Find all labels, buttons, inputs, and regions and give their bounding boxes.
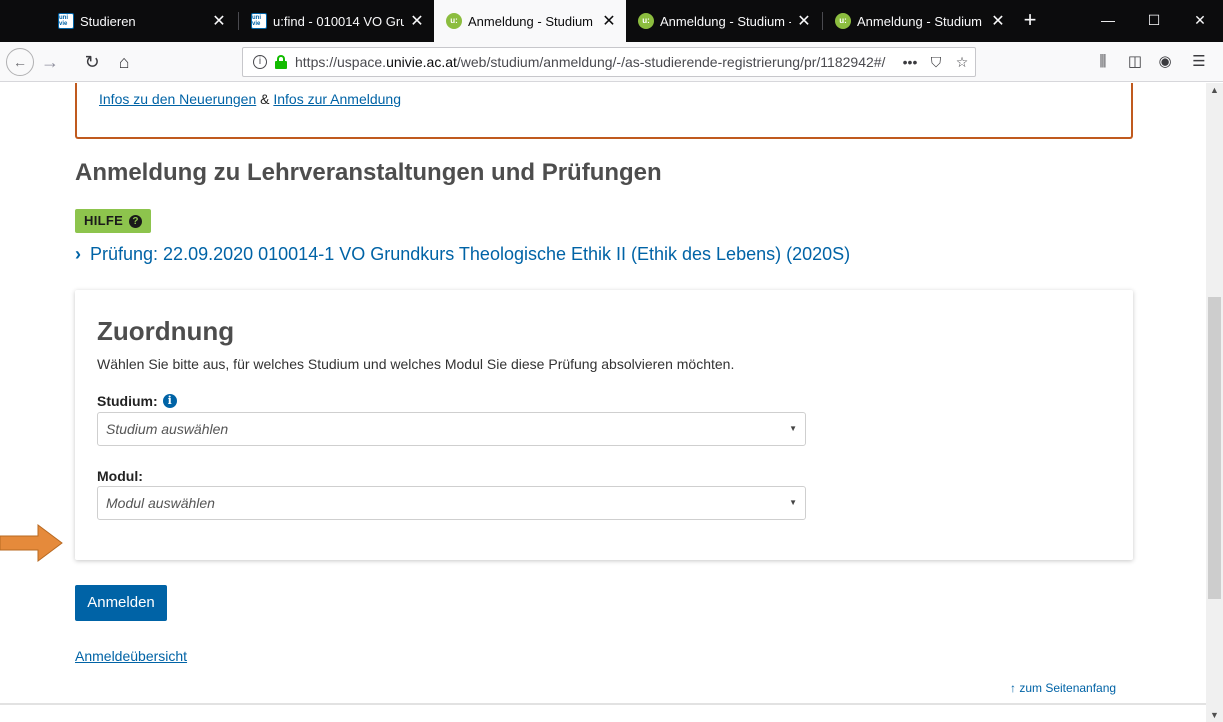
lock-icon[interactable] xyxy=(275,55,287,69)
page-actions-icon[interactable]: ••• xyxy=(897,54,923,70)
tab-title: Anmeldung - Studium - u:s xyxy=(857,13,985,29)
back-button[interactable]: ← xyxy=(6,48,34,76)
notice-box: Infos zu den Neuerungen & Infos zur Anme… xyxy=(75,83,1133,139)
maximize-button[interactable]: ☐ xyxy=(1131,0,1177,42)
studium-placeholder: Studium auswählen xyxy=(106,421,229,437)
close-icon[interactable]: ✕ xyxy=(602,11,616,31)
chevron-right-icon: › xyxy=(75,244,81,264)
address-bar[interactable]: i https://uspace.univie.ac.at/web/studiu… xyxy=(242,47,976,77)
back-to-top-link[interactable]: ↑ zum Seitenanfang xyxy=(1010,681,1116,695)
bookmark-star-icon[interactable]: ☆ xyxy=(949,54,975,71)
tab-anmeldung-active[interactable]: u: Anmeldung - Studium - u:s ✕ xyxy=(434,0,626,42)
footer-divider xyxy=(0,703,1206,705)
overview-link[interactable]: Anmeldeübersicht xyxy=(75,648,187,664)
close-icon[interactable]: ✕ xyxy=(410,11,424,31)
scrollbar-thumb[interactable] xyxy=(1208,297,1221,599)
tab-title: u:find - 010014 VO Grundk xyxy=(273,13,404,29)
navigation-toolbar: ← → ↻ ⌂ i https://uspace.univie.ac.at/we… xyxy=(0,42,1223,82)
orange-arrow-annotation xyxy=(0,524,63,562)
chevron-down-icon: ▼ xyxy=(789,498,797,507)
exam-link-text: Prüfung: 22.09.2020 010014-1 VO Grundkur… xyxy=(90,244,851,264)
notice-text: Infos zu den Neuerungen & Infos zur Anme… xyxy=(99,91,401,107)
uspace-icon: u: xyxy=(638,13,654,29)
close-icon[interactable]: ✕ xyxy=(991,11,1005,31)
help-label: HILFE xyxy=(84,213,124,228)
close-icon[interactable]: ✕ xyxy=(797,11,811,31)
univie-icon: uni vie xyxy=(251,13,267,29)
chevron-down-icon: ▼ xyxy=(789,424,797,433)
exam-link[interactable]: › Prüfung: 22.09.2020 010014-1 VO Grundk… xyxy=(75,244,850,265)
home-button[interactable]: ⌂ xyxy=(110,48,138,76)
tab-studieren[interactable]: uni vie Studieren ✕ xyxy=(46,0,236,42)
modul-placeholder: Modul auswählen xyxy=(106,495,215,511)
page-content: Infos zu den Neuerungen & Infos zur Anme… xyxy=(0,83,1206,722)
studium-select[interactable]: Studium auswählen ▼ xyxy=(97,412,806,446)
univie-icon: uni vie xyxy=(58,13,74,29)
reload-button[interactable]: ↻ xyxy=(78,48,106,76)
site-info-icon[interactable]: i xyxy=(253,55,267,69)
tab-title: Studieren xyxy=(80,13,136,29)
card-title: Zuordnung xyxy=(97,316,235,346)
page-title: Anmeldung zu Lehrveranstaltungen und Prü… xyxy=(75,159,662,186)
sidebar-icon[interactable]: ◫ xyxy=(1122,50,1148,74)
news-info-link[interactable]: Infos zu den Neuerungen xyxy=(99,91,256,107)
tab-strip: uni vie Studieren ✕ uni vie u:find - 010… xyxy=(0,0,1223,42)
scroll-up-icon[interactable]: ▲ xyxy=(1206,83,1223,97)
close-icon[interactable]: ✕ xyxy=(212,11,226,31)
tab-ufind[interactable]: uni vie u:find - 010014 VO Grundk ✕ xyxy=(239,0,434,42)
tab-anmeldung-3[interactable]: u: Anmeldung - Studium - u:s ✕ xyxy=(823,0,1015,42)
info-icon[interactable]: i xyxy=(162,394,177,408)
studium-label: Studium: i xyxy=(97,393,177,409)
account-icon[interactable]: ◉ xyxy=(1152,50,1178,74)
forward-button[interactable]: → xyxy=(36,48,64,76)
tab-anmeldung-2[interactable]: u: Anmeldung - Studium - u:s ✕ xyxy=(626,0,821,42)
vertical-scrollbar[interactable]: ▲ ▼ xyxy=(1206,83,1223,722)
minimize-button[interactable]: — xyxy=(1085,0,1131,42)
uspace-icon: u: xyxy=(446,13,462,29)
help-button[interactable]: HILFE ? xyxy=(75,209,152,233)
question-icon: ? xyxy=(129,214,143,228)
pocket-icon[interactable]: ⛉ xyxy=(923,54,949,71)
tab-title: Anmeldung - Studium - u:s xyxy=(660,13,791,29)
library-icon[interactable]: ⫼ xyxy=(1090,50,1116,74)
studium-label-text: Studium: xyxy=(97,393,158,409)
modul-label-text: Modul: xyxy=(97,468,143,484)
modul-label: Modul: xyxy=(97,468,143,484)
notice-separator: & xyxy=(256,91,274,107)
assignment-card: Zuordnung Wählen Sie bitte aus, für welc… xyxy=(75,290,1133,560)
url-text[interactable]: https://uspace.univie.ac.at/web/studium/… xyxy=(295,54,897,70)
window-close-button[interactable]: ✕ xyxy=(1177,0,1223,42)
new-tab-button[interactable]: + xyxy=(1017,6,1043,36)
registration-info-link[interactable]: Infos zur Anmeldung xyxy=(273,91,401,107)
menu-icon[interactable]: ☰ xyxy=(1186,50,1212,74)
tab-title: Anmeldung - Studium - u:s xyxy=(468,13,596,29)
scroll-down-icon[interactable]: ▼ xyxy=(1206,708,1223,722)
uspace-icon: u: xyxy=(835,13,851,29)
submit-button[interactable]: Anmelden xyxy=(75,585,167,621)
card-description: Wählen Sie bitte aus, für welches Studiu… xyxy=(97,356,735,372)
modul-select[interactable]: Modul auswählen ▼ xyxy=(97,486,806,520)
